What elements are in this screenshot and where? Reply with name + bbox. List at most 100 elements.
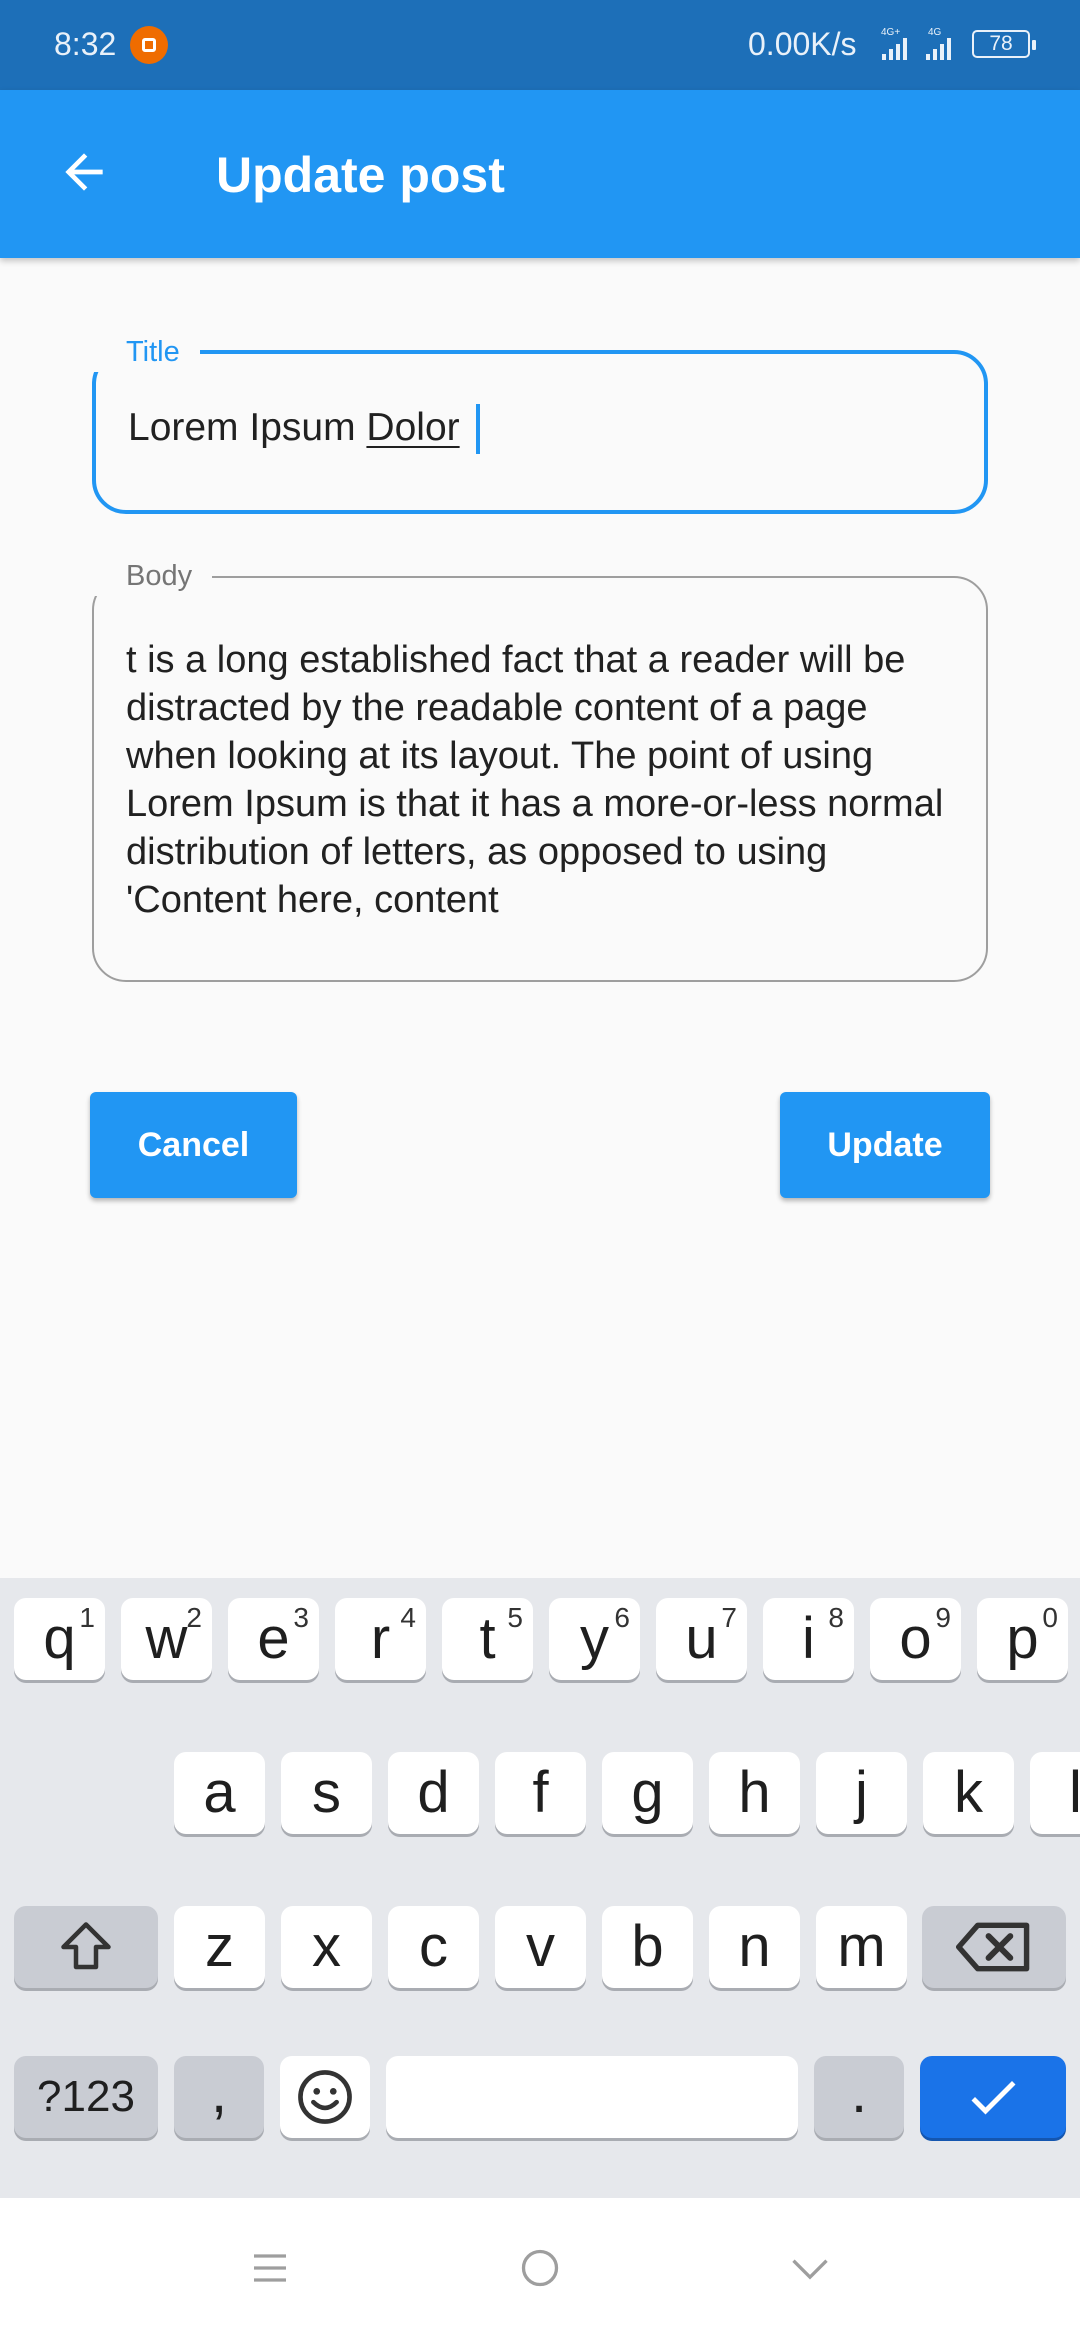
signal-4g-icon: 4G xyxy=(926,27,951,60)
nav-home-button[interactable] xyxy=(510,2238,570,2298)
key-label: v xyxy=(526,1914,555,1979)
key-hint: 2 xyxy=(186,1602,202,1633)
page-title: Update post xyxy=(216,147,505,203)
key-label: b xyxy=(631,1914,664,1979)
emoji-key[interactable] xyxy=(280,2056,370,2138)
shift-icon xyxy=(61,1922,111,1970)
symbols-key-label: ?123 xyxy=(37,2072,135,2121)
nav-back-button[interactable] xyxy=(780,2238,840,2298)
key-w[interactable]: w2 xyxy=(121,1598,212,1680)
app-bar: Update post xyxy=(0,90,1080,258)
body-field[interactable]: Body t is a long established fact that a… xyxy=(92,556,988,982)
key-j[interactable]: j xyxy=(816,1752,907,1834)
key-d[interactable]: d xyxy=(388,1752,479,1834)
key-p[interactable]: p0 xyxy=(977,1598,1068,1680)
key-g[interactable]: g xyxy=(602,1752,693,1834)
comma-key-label: , xyxy=(210,2060,228,2125)
key-s[interactable]: s xyxy=(281,1752,372,1834)
key-label: h xyxy=(738,1760,771,1825)
battery-icon: 78 xyxy=(972,30,1036,58)
key-hint: 3 xyxy=(293,1602,309,1633)
shift-key[interactable] xyxy=(14,1906,158,1988)
text-cursor xyxy=(476,404,480,454)
key-f[interactable]: f xyxy=(495,1752,586,1834)
check-icon xyxy=(971,2081,1016,2115)
key-hint: 8 xyxy=(828,1602,844,1633)
key-m[interactable]: m xyxy=(816,1906,907,1988)
key-label: y xyxy=(580,1606,609,1671)
key-label: z xyxy=(205,1914,234,1979)
space-key[interactable] xyxy=(386,2056,798,2138)
key-c[interactable]: c xyxy=(388,1906,479,1988)
system-nav-bar xyxy=(0,2198,1080,2340)
key-t[interactable]: t5 xyxy=(442,1598,533,1680)
key-label: m xyxy=(837,1914,886,1979)
backspace-key[interactable] xyxy=(922,1906,1066,1988)
cancel-button[interactable]: Cancel xyxy=(90,1092,297,1198)
done-key[interactable] xyxy=(920,2056,1066,2138)
key-hint: 4 xyxy=(400,1602,416,1633)
key-hint: 0 xyxy=(1042,1602,1058,1633)
title-value-text: Lorem Ipsum xyxy=(128,406,367,449)
key-label: n xyxy=(738,1914,771,1979)
title-field-label: Title xyxy=(92,332,200,372)
nav-menu-button[interactable] xyxy=(240,2238,300,2298)
key-hint: 7 xyxy=(721,1602,737,1633)
key-label: k xyxy=(954,1760,983,1825)
update-button[interactable]: Update xyxy=(780,1092,990,1198)
key-k[interactable]: k xyxy=(923,1752,1014,1834)
title-input-value[interactable]: Lorem Ipsum Dolor xyxy=(128,406,460,450)
title-field[interactable]: Title Lorem Ipsum Dolor xyxy=(92,332,988,514)
signal-2-label: 4G xyxy=(928,27,942,38)
key-label: u xyxy=(685,1606,718,1671)
key-i[interactable]: i8 xyxy=(763,1598,854,1680)
status-bar: 8:32 0.00K/s 4G+ 4G 78 xyxy=(0,0,1080,90)
period-key[interactable]: . xyxy=(814,2056,904,2138)
key-z[interactable]: z xyxy=(174,1906,265,1988)
key-hint: 1 xyxy=(79,1602,95,1633)
key-v[interactable]: v xyxy=(495,1906,586,1988)
key-label: q xyxy=(43,1606,76,1671)
key-label: a xyxy=(203,1760,236,1825)
symbols-key[interactable]: ?123 xyxy=(14,2056,158,2138)
key-n[interactable]: n xyxy=(709,1906,800,1988)
title-composing-text: Dolor xyxy=(366,406,460,449)
key-o[interactable]: o9 xyxy=(870,1598,961,1680)
backspace-icon xyxy=(956,1922,1030,1972)
key-e[interactable]: e3 xyxy=(228,1598,319,1680)
key-label: p xyxy=(1006,1606,1039,1671)
key-a[interactable]: a xyxy=(174,1752,265,1834)
screen-record-icon xyxy=(130,26,168,64)
body-input-value[interactable]: t is a long established fact that a read… xyxy=(126,636,956,924)
key-r[interactable]: r4 xyxy=(335,1598,426,1680)
home-circle-icon xyxy=(521,2249,559,2287)
key-label: d xyxy=(417,1760,450,1825)
chevron-down-icon xyxy=(792,2259,828,2280)
key-q[interactable]: q1 xyxy=(14,1598,105,1680)
key-label: g xyxy=(631,1760,664,1825)
emoji-icon xyxy=(298,2070,352,2124)
key-label: s xyxy=(312,1760,341,1825)
key-label: o xyxy=(899,1606,932,1671)
key-y[interactable]: y6 xyxy=(549,1598,640,1680)
period-key-label: . xyxy=(850,2060,868,2125)
soft-keyboard: q1w2e3r4t5y6u7i8o9p0 asdfghjkl zxcvbnm ?… xyxy=(0,1578,1080,2198)
key-h[interactable]: h xyxy=(709,1752,800,1834)
key-label: j xyxy=(855,1760,868,1825)
key-label: w xyxy=(145,1606,188,1671)
back-button[interactable] xyxy=(48,136,120,208)
key-label: t xyxy=(479,1606,496,1671)
comma-key[interactable]: , xyxy=(174,2056,264,2138)
key-l[interactable]: l xyxy=(1030,1752,1080,1834)
key-x[interactable]: x xyxy=(281,1906,372,1988)
key-hint: 6 xyxy=(614,1602,630,1633)
key-b[interactable]: b xyxy=(602,1906,693,1988)
key-label: r xyxy=(370,1606,391,1671)
key-u[interactable]: u7 xyxy=(656,1598,747,1680)
key-hint: 9 xyxy=(935,1602,951,1633)
key-label: i xyxy=(802,1606,815,1671)
status-time: 8:32 xyxy=(54,26,117,62)
battery-level: 78 xyxy=(989,32,1013,55)
arrow-left-icon xyxy=(65,153,103,191)
key-label: l xyxy=(1069,1760,1080,1825)
